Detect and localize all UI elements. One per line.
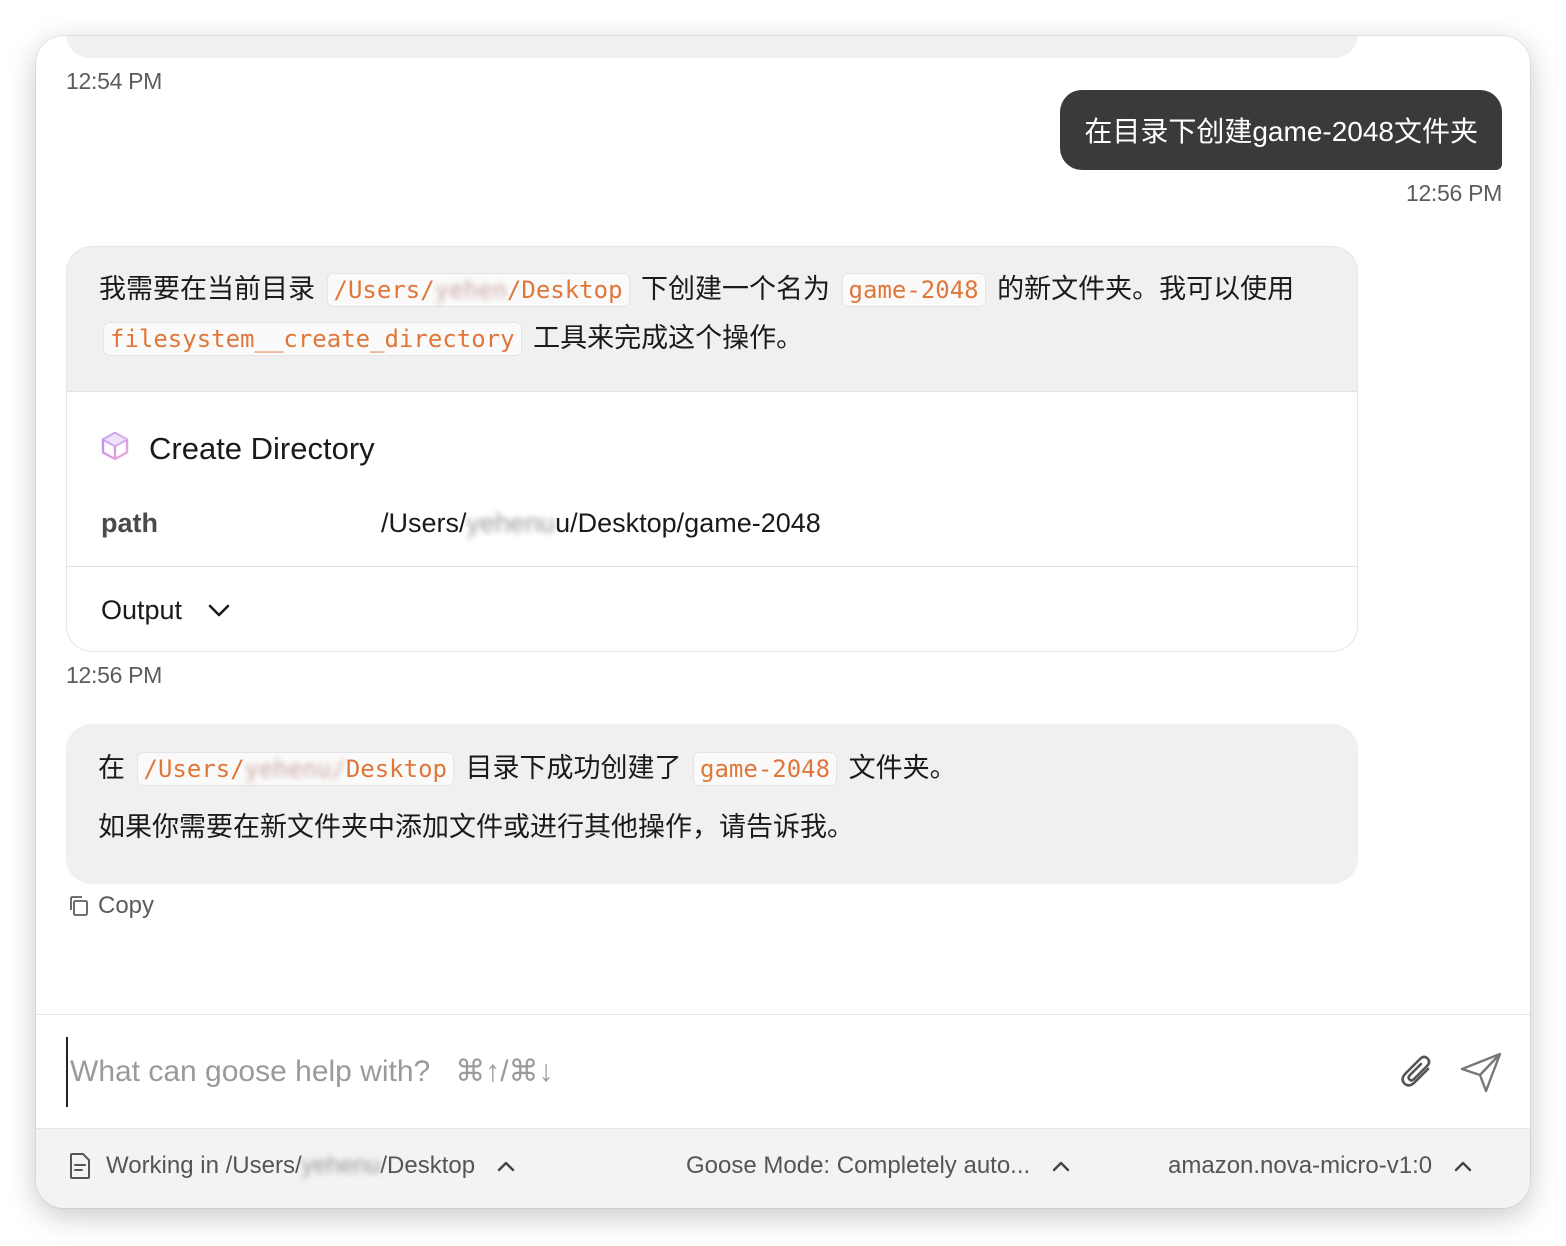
timestamp-agent: 12:56 PM bbox=[66, 662, 163, 688]
send-icon[interactable] bbox=[1460, 1051, 1504, 1100]
tool-call-header: Create Directory bbox=[99, 430, 375, 467]
chevron-up-icon bbox=[497, 1161, 515, 1172]
inline-code-path: /Users/yehenu/Desktop bbox=[136, 752, 454, 786]
agent-text-segment: 工具来完成这个操作。 bbox=[533, 323, 804, 353]
copy-icon bbox=[70, 896, 88, 916]
chevron-down-icon bbox=[208, 604, 230, 616]
chat-window: 12:54 PM 在目录下创建game-2048文件夹 12:56 PM 我需要… bbox=[36, 36, 1530, 1208]
output-label: Output bbox=[101, 595, 183, 625]
model-label: amazon.nova-micro-v1:0 bbox=[1168, 1152, 1433, 1179]
tool-param-key: path bbox=[101, 508, 158, 538]
status-bar: Working in /Users/yehenu/Desktop Goose M… bbox=[36, 1128, 1530, 1208]
working-directory-label: Working in /Users/yehenu/Desktop bbox=[106, 1152, 476, 1179]
inline-code-folder: game-2048 bbox=[693, 752, 838, 786]
cube-icon bbox=[99, 430, 131, 467]
reply-line-1: 在 /Users/yehenu/Desktop 目录下成功创建了 game-20… bbox=[98, 744, 1326, 793]
paperclip-icon[interactable] bbox=[1398, 1051, 1438, 1098]
agent-text-segment: 的新文件夹。我可以使用 bbox=[997, 274, 1295, 304]
chat-input-area bbox=[36, 1014, 1530, 1128]
chevron-up-icon bbox=[1454, 1161, 1472, 1172]
inline-code-folder: game-2048 bbox=[841, 273, 986, 307]
agent-message-card: 我需要在当前目录 /Users/yehen/Desktop 下创建一个名为 ga… bbox=[66, 246, 1358, 652]
tool-param-row: path /Users/yehenuu/Desktop/game-2048 bbox=[101, 508, 821, 539]
agent-reply-card: 在 /Users/yehenu/Desktop 目录下成功创建了 game-20… bbox=[66, 724, 1358, 884]
inline-code-path: /Users/yehen/Desktop bbox=[326, 273, 630, 307]
agent-message-text: 我需要在当前目录 /Users/yehen/Desktop 下创建一个名为 ga… bbox=[67, 247, 1357, 363]
tool-call-title: Create Directory bbox=[149, 430, 375, 466]
tool-param-value: /Users/yehenuu/Desktop/game-2048 bbox=[381, 508, 821, 538]
tool-call-panel: Create Directory path /Users/yehenuu/Des… bbox=[67, 391, 1357, 651]
user-message-bubble: 在目录下创建game-2048文件夹 bbox=[1060, 90, 1502, 170]
reply-line-2: 如果你需要在新文件夹中添加文件或进行其他操作，请告诉我。 bbox=[98, 812, 854, 842]
copy-button[interactable]: Copy bbox=[68, 892, 154, 920]
chevron-up-icon bbox=[1052, 1161, 1070, 1172]
previous-message-fragment bbox=[66, 36, 1358, 58]
working-directory-selector[interactable]: Working in /Users/yehenu/Desktop bbox=[68, 1129, 515, 1203]
goose-mode-selector[interactable]: Goose Mode: Completely auto... bbox=[686, 1129, 1070, 1203]
inline-code-tool: filesystem__create_directory bbox=[103, 322, 522, 356]
output-toggle[interactable]: Output bbox=[67, 566, 1357, 651]
timestamp-previous: 12:54 PM bbox=[66, 68, 163, 94]
model-selector[interactable]: amazon.nova-micro-v1:0 bbox=[1168, 1129, 1472, 1203]
copy-label: Copy bbox=[98, 892, 155, 919]
chat-input[interactable] bbox=[66, 1037, 1366, 1107]
goose-mode-label: Goose Mode: Completely auto... bbox=[686, 1152, 1031, 1179]
document-icon bbox=[70, 1153, 90, 1179]
agent-text-segment: 下创建一个名为 bbox=[641, 274, 831, 304]
timestamp-user: 12:56 PM bbox=[1405, 180, 1502, 206]
agent-text-segment: 我需要在当前目录 bbox=[99, 274, 315, 304]
